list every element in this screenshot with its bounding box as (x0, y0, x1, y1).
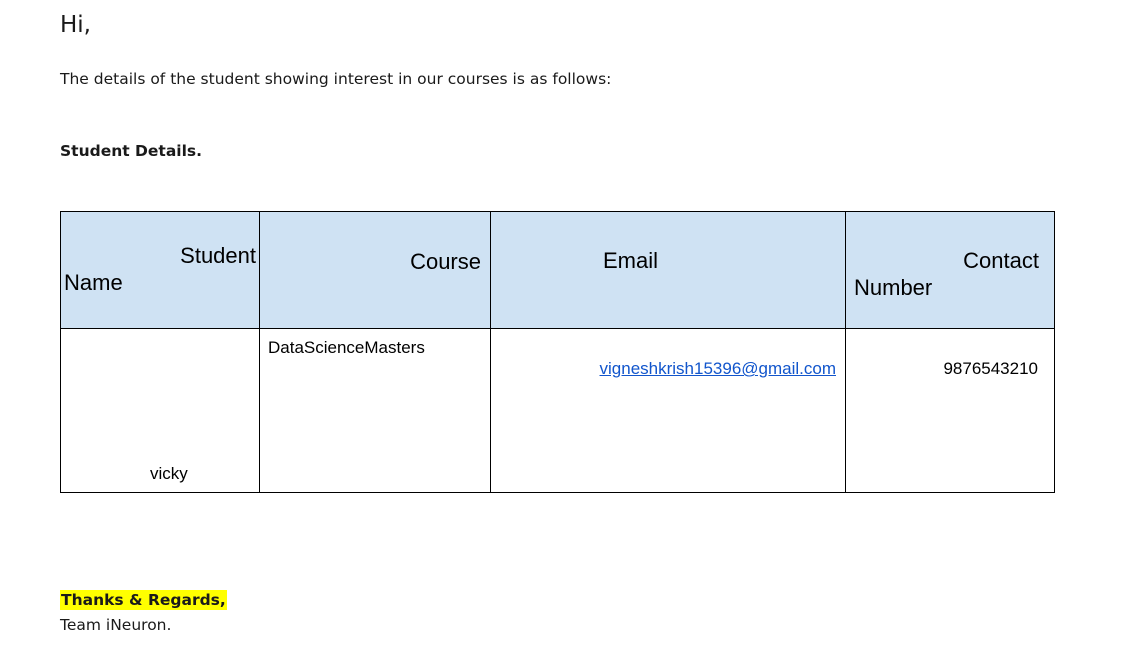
cell-email: vigneshkrish15396@gmail.com (490, 328, 846, 493)
regards-text: Thanks & Regards, (60, 590, 227, 610)
cell-student-name: vicky (60, 328, 260, 493)
section-title: Student Details. (60, 142, 203, 160)
header-course: Course (259, 211, 491, 329)
header-email: Email (490, 211, 846, 329)
header-contact-line2: Number (854, 275, 933, 300)
cell-contact-number: 9876543210 (845, 328, 1055, 493)
header-student-name-line1: Student (180, 243, 256, 268)
student-email-link[interactable]: vigneshkrish15396@gmail.com (600, 359, 836, 379)
header-course-label: Course (410, 249, 481, 274)
course-value: DataScienceMasters (268, 338, 425, 357)
header-contact-line1: Contact (963, 248, 1039, 273)
intro-text: The details of the student showing inter… (60, 70, 612, 88)
contact-number-value: 9876543210 (943, 359, 1038, 378)
header-student-name: Student Name (60, 211, 260, 329)
cell-course: DataScienceMasters (259, 328, 491, 493)
student-name-value: vicky (150, 464, 188, 483)
signature-text: Team iNeuron. (60, 616, 172, 634)
student-details-table: Student Name Course Email Contact Number… (60, 211, 1055, 493)
header-contact-number: Contact Number (845, 211, 1055, 329)
header-email-label: Email (603, 248, 659, 273)
table-header-row: Student Name Course Email Contact Number (60, 211, 1055, 329)
header-student-name-line2: Name (64, 270, 123, 295)
greeting: Hi, (60, 12, 91, 38)
table-row: vicky DataScienceMasters vigneshkrish153… (60, 328, 1055, 493)
